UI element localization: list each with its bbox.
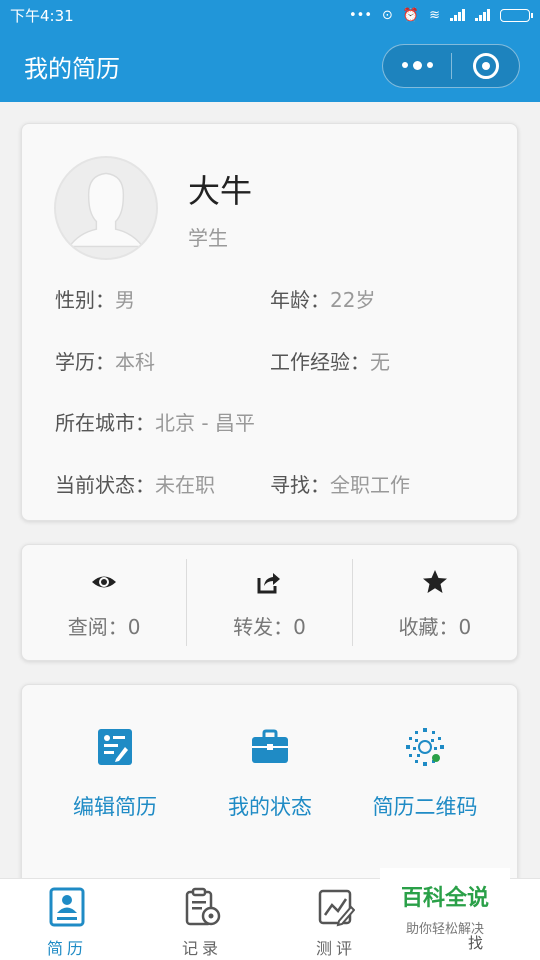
gender-label: 性别： [55, 288, 115, 312]
education-label: 学历： [55, 350, 115, 374]
tab-record-label: 记录 [181, 939, 222, 958]
education-field: 学历：本科 [55, 346, 155, 375]
gender-field: 性别：男 [55, 284, 135, 313]
edit-resume-icon [98, 729, 132, 765]
avatar-placeholder-icon [56, 158, 156, 258]
sync-icon: ⊙ [382, 7, 393, 23]
my-status-label: 我的状态 [228, 795, 312, 819]
resume-qrcode-button[interactable]: 简历二维码 [350, 727, 500, 821]
record-icon [185, 887, 221, 926]
tab-record[interactable]: 记录 [157, 887, 247, 959]
stats-card: 查阅：0 转发：0 收藏：0 [21, 544, 518, 661]
status-icons: ••• ⊙ ⏰ ≋ [348, 7, 533, 23]
user-role: 学生 [188, 226, 228, 250]
experience-label: 工作经验： [270, 350, 370, 374]
eye-icon [92, 576, 117, 588]
stat-favorites[interactable]: 收藏：0 [353, 545, 517, 660]
mini-program-capsule [382, 44, 520, 88]
assessment-icon [318, 889, 355, 927]
signal-icon [450, 9, 465, 21]
nav-bar: 我的简历 [0, 30, 540, 102]
close-target-icon [472, 53, 499, 79]
resume-icon [49, 887, 85, 927]
tab-resume[interactable]: 简历 [22, 887, 112, 959]
tab-resume-label: 简历 [46, 939, 87, 958]
experience-value: 无 [370, 350, 390, 374]
watermark-subtitle: 助你轻松解决 [405, 922, 484, 937]
status-bar: 下午4:31 ••• ⊙ ⏰ ≋ [0, 0, 540, 30]
education-value: 本科 [115, 350, 155, 374]
more-menu-button[interactable] [383, 60, 451, 70]
experience-field: 工作经验：无 [270, 346, 390, 375]
current-status-value: 未在职 [155, 473, 215, 497]
stat-shares[interactable]: 转发：0 [187, 545, 351, 660]
status-time: 下午4:31 [10, 6, 74, 25]
signal-2-icon [475, 9, 490, 21]
edit-resume-label: 编辑简历 [73, 795, 157, 819]
stat-views-label: 查阅：0 [67, 615, 141, 639]
seeking-label: 寻找： [270, 473, 330, 497]
age-value: 22岁 [330, 288, 376, 312]
tab-assessment[interactable]: 测评 [291, 887, 381, 959]
city-field: 所在城市：北京 - 昌平 [55, 407, 255, 436]
seeking-value: 全职工作 [330, 473, 410, 497]
stat-favorites-label: 收藏：0 [398, 615, 472, 639]
current-status-label: 当前状态： [55, 473, 155, 497]
age-field: 年龄：22岁 [270, 284, 375, 313]
star-icon [422, 570, 447, 593]
age-label: 年龄： [270, 288, 330, 312]
stat-views[interactable]: 查阅：0 [22, 545, 186, 660]
tab-assessment-label: 测评 [315, 939, 356, 958]
battery-icon [500, 8, 533, 22]
stat-shares-label: 转发：0 [233, 615, 306, 639]
page-title: 我的简历 [24, 55, 120, 83]
profile-card: 大牛 学生 性别：男 年龄：22岁 学历：本科 工作经验：无 所在城市：北京 -… [21, 123, 518, 521]
close-button[interactable] [452, 53, 519, 79]
user-name: 大牛 [188, 172, 253, 210]
city-label: 所在城市： [55, 411, 155, 435]
edit-resume-button[interactable]: 编辑简历 [40, 727, 190, 821]
current-status-field: 当前状态：未在职 [55, 469, 215, 498]
my-status-button[interactable]: 我的状态 [195, 727, 345, 821]
tab-find-label[interactable]: 找 [468, 932, 483, 953]
avatar[interactable] [54, 156, 158, 260]
alarm-icon: ⏰ [402, 7, 420, 23]
watermark: 百科全说 助你轻松解决 [380, 868, 510, 956]
city-value: 北京 - 昌平 [155, 411, 255, 435]
qrcode-icon [406, 728, 444, 766]
watermark-title: 百科全说 [400, 886, 489, 911]
gender-value: 男 [115, 288, 135, 312]
seeking-field: 寻找：全职工作 [270, 469, 410, 498]
share-icon [257, 573, 281, 594]
wifi-icon: ≋ [429, 7, 440, 23]
more-dots-icon: ••• [348, 7, 372, 23]
resume-qrcode-label: 简历二维码 [372, 795, 478, 819]
briefcase-icon [252, 729, 288, 763]
